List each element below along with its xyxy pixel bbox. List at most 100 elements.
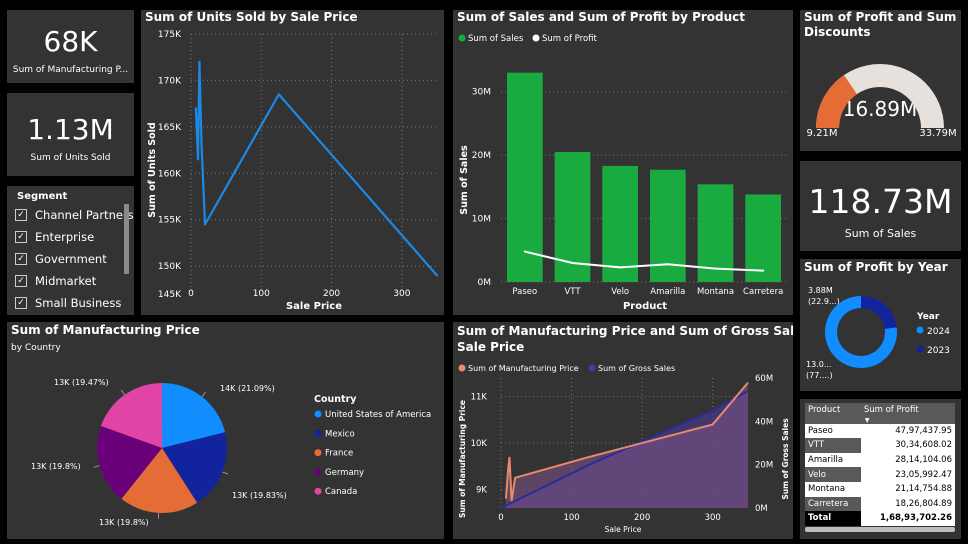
x-tick-label: 0	[498, 513, 503, 523]
x-tick-label: VTT	[564, 287, 581, 297]
slicer-item-government[interactable]: ✓ Government	[15, 250, 107, 268]
table-cell-product: Montana	[808, 484, 846, 495]
table-header-product[interactable]: Product	[805, 403, 861, 418]
checkbox-icon[interactable]: ✓	[15, 297, 27, 309]
units-sold-line	[194, 60, 438, 277]
donut-label-2024-pct: (77....)	[806, 371, 833, 380]
x-tick-label: 100	[253, 289, 270, 299]
slicer-item-channel-partners[interactable]: ✓ Channel Partners	[15, 206, 134, 224]
kpi-label: Sum of Units Sold	[30, 153, 111, 163]
mfg-gross-sales-chart-card[interactable]: Sum of Manufacturing Price and Sum of Gr…	[453, 322, 793, 539]
kpi-card-sales[interactable]: 118.73M Sum of Sales	[800, 161, 961, 251]
donut-label-2023: 3.88M	[808, 286, 833, 295]
profit-discounts-gauge-card[interactable]: Sum of Profit and Sum of Discounts 16.89…	[800, 10, 961, 151]
data-point	[197, 158, 200, 161]
legend-marker	[458, 34, 466, 42]
data-point	[436, 274, 438, 277]
slicer-item-label: Small Business	[35, 296, 122, 310]
x-tick-label: 200	[323, 289, 340, 299]
legend-label[interactable]: United States of America	[325, 410, 431, 420]
y-tick-label: 145K	[158, 290, 182, 300]
profit-point	[666, 263, 669, 266]
legend-label[interactable]: Mexico	[325, 429, 355, 439]
table-row[interactable]: Paseo 47,97,437.95	[805, 423, 955, 439]
data-label: 13K (19.8%)	[31, 462, 81, 471]
legend-marker	[314, 487, 322, 495]
legend-label[interactable]: Sum of Sales	[468, 34, 524, 44]
sales-bar	[745, 194, 781, 282]
legend-title: Country	[314, 394, 357, 405]
profit-point	[619, 266, 622, 269]
kpi-value: 118.73M	[808, 182, 953, 221]
profit-point	[714, 267, 717, 270]
x-axis-title: Product	[623, 301, 667, 312]
table-cell-product: Velo	[808, 469, 826, 480]
x-axis-title: Sale Price	[286, 301, 342, 312]
data-point	[204, 223, 207, 226]
table-row[interactable]: Carretera 18,26,804.89	[805, 496, 955, 512]
pie-chart: Country 14K (21.09%) United States of Ame…	[31, 378, 431, 527]
table-row[interactable]: Montana 21,14,754.88	[805, 481, 955, 497]
legend-label[interactable]: Sum of Gross Sales	[598, 364, 675, 373]
table-cell-profit: 23,05,992.47	[860, 467, 955, 482]
legend-label[interactable]: Sum of Manufacturing Price	[468, 364, 579, 373]
checkbox-icon[interactable]: ✓	[15, 253, 27, 265]
slicer-item-enterprise[interactable]: ✓ Enterprise	[15, 228, 94, 246]
legend-label[interactable]: France	[325, 449, 353, 459]
kpi-label: Sum of Manufacturing P...	[12, 65, 129, 75]
leader-line	[120, 389, 125, 396]
y-axis-title: Sum of Sales	[459, 145, 470, 215]
x-tick-label: 100	[563, 513, 579, 523]
table-row[interactable]: VTT 30,34,608.02	[805, 438, 955, 453]
y-right-tick-label: 40M	[755, 417, 773, 427]
data-point	[198, 60, 201, 63]
slicer-item-label: Government	[35, 252, 107, 266]
kpi-value: 1.13M	[27, 113, 114, 146]
x-tick-label: Paseo	[512, 287, 537, 297]
checkbox-icon[interactable]: ✓	[15, 231, 27, 243]
data-point	[194, 107, 197, 110]
x-tick-label: 300	[393, 289, 410, 299]
slicer-item-midmarket[interactable]: ✓ Midmarket	[15, 272, 96, 290]
legend-label-2024[interactable]: 2024	[927, 327, 950, 337]
table-cell-profit: 18,26,804.89	[860, 496, 955, 512]
sales-profit-bar-chart-card[interactable]: Sum of Sales and Sum of Profit by Produc…	[453, 10, 793, 315]
table-row[interactable]: Amarilla 28,14,104.06	[805, 452, 955, 468]
legend-label[interactable]: Sum of Profit	[542, 34, 597, 44]
slicer-item-label: Midmarket	[35, 274, 97, 288]
table-row[interactable]: Velo 23,05,992.47	[805, 467, 955, 482]
y-tick-label: 170K	[158, 76, 182, 86]
profit-by-year-donut-card[interactable]: Sum of Profit by Year 3.88M (22.9...) 13…	[800, 259, 961, 391]
legend-marker	[532, 34, 540, 42]
x-axis-title: Sale Price	[605, 525, 642, 534]
units-sold-line-chart: Sum of Units Sold Sale Price 150K 155K 160…	[147, 30, 438, 312]
y-axis-title: Sum of Units Sold	[147, 122, 158, 217]
y-axis-right-title: Sum of Gross Sales	[781, 418, 790, 500]
checkbox-icon[interactable]: ✓	[15, 275, 27, 287]
donut-label-2023-pct: (22.9...)	[808, 297, 840, 306]
legend-marker	[314, 468, 322, 476]
manufacturing-price-pie-card[interactable]: Sum of Manufacturing Price by Country Co…	[7, 322, 444, 539]
donut-label-2024: 13.0...	[806, 360, 831, 369]
donut-slice-2023	[861, 296, 897, 329]
y-right-tick-label: 20M	[755, 461, 773, 471]
y-axis-left-title: Sum of Manufacturing Price	[458, 400, 467, 518]
y-tick-label: 165K	[158, 123, 182, 133]
slicer-item-small-business[interactable]: ✓ Small Business	[15, 294, 121, 312]
checkbox-icon[interactable]: ✓	[15, 209, 27, 221]
table-total-row[interactable]: Total 1,68,93,702.26	[805, 511, 955, 526]
kpi-card-units-sold[interactable]: 1.13M Sum of Units Sold	[7, 93, 134, 176]
segment-slicer[interactable]: Segment ✓ Channel Partners ✓ Enterprise ✓ G…	[7, 186, 134, 315]
units-sold-line-chart-card[interactable]: Sum of Units Sold by Sale Price Sum of U…	[141, 10, 444, 315]
y-tick-label: 20M	[472, 151, 491, 161]
kpi-card-manufacturing-price[interactable]: 68K Sum of Manufacturing P...	[7, 10, 134, 83]
legend-label[interactable]: Canada	[325, 487, 357, 497]
legend-label[interactable]: Germany	[325, 468, 364, 478]
sales-bar	[602, 165, 638, 282]
slicer-title: Segment	[17, 191, 68, 202]
table-horizontal-scrollbar[interactable]	[805, 527, 955, 532]
slicer-scrollbar[interactable]	[124, 204, 129, 274]
table-header-profit[interactable]: Sum of Profit	[861, 403, 955, 418]
legend-label-2023[interactable]: 2023	[927, 346, 950, 356]
profit-by-product-table-card[interactable]: Product Sum of Profit ▼ Paseo 47,97,437.9…	[800, 399, 961, 539]
